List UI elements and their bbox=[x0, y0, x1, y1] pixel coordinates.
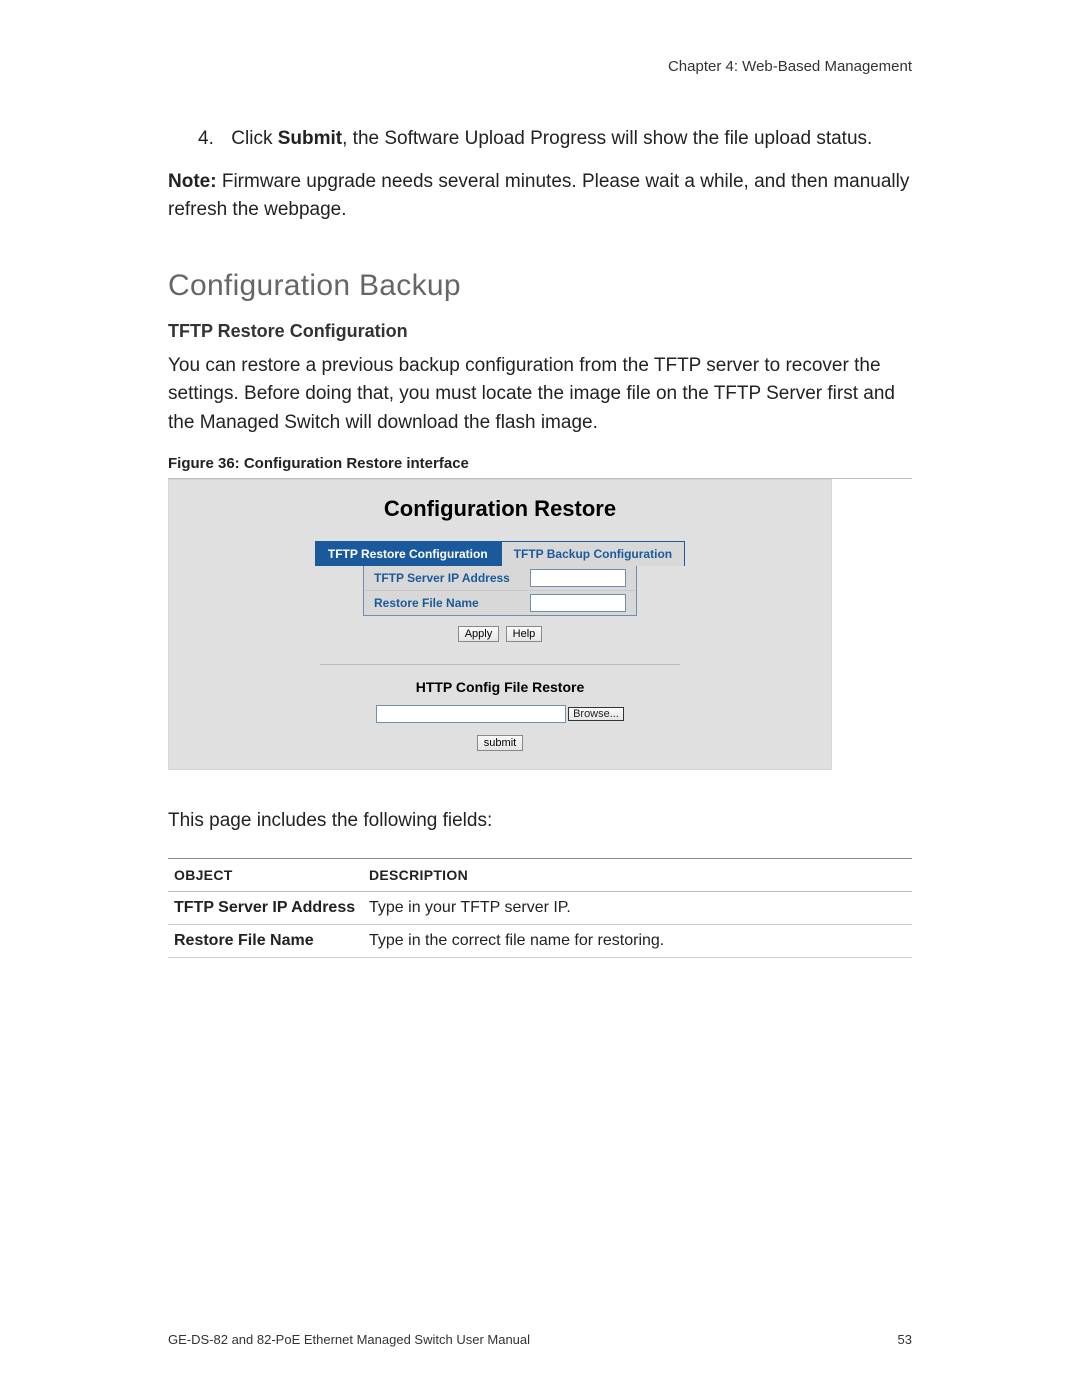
table-row: Restore File Name Type in the correct fi… bbox=[168, 925, 912, 958]
fields-intro: This page includes the following fields: bbox=[168, 810, 912, 832]
row-tftp-ip: TFTP Server IP Address bbox=[364, 566, 636, 590]
th-description: DESCRIPTION bbox=[363, 859, 912, 892]
label-restore-file: Restore File Name bbox=[374, 596, 530, 610]
note-paragraph: Note: Firmware upgrade needs several min… bbox=[168, 168, 912, 225]
footer-page-number: 53 bbox=[898, 1332, 912, 1347]
footer-manual-title: GE-DS-82 and 82-PoE Ethernet Managed Swi… bbox=[168, 1332, 530, 1347]
chapter-header: Chapter 4: Web-Based Management bbox=[168, 58, 912, 75]
help-button[interactable]: Help bbox=[506, 626, 543, 642]
input-restore-file[interactable] bbox=[530, 594, 626, 612]
step-text-bold: Submit bbox=[278, 128, 342, 149]
step-4: 4. Click Submit, the Software Upload Pro… bbox=[198, 125, 912, 154]
apply-help-row: Apply Help bbox=[169, 624, 831, 642]
label-tftp-ip: TFTP Server IP Address bbox=[374, 571, 530, 585]
step-text-pre: Click bbox=[231, 128, 277, 149]
document-page: Chapter 4: Web-Based Management 4. Click… bbox=[0, 0, 1080, 1397]
table-row: TFTP Server IP Address Type in your TFTP… bbox=[168, 892, 912, 925]
subsection-heading: TFTP Restore Configuration bbox=[168, 321, 912, 342]
file-path-input[interactable] bbox=[376, 705, 566, 723]
http-restore-heading: HTTP Config File Restore bbox=[169, 679, 831, 695]
submit-row: submit bbox=[169, 733, 831, 751]
figure-screenshot: Configuration Restore TFTP Restore Confi… bbox=[168, 479, 832, 770]
browse-button[interactable]: Browse... bbox=[568, 707, 624, 721]
figure-caption: Figure 36: Configuration Restore interfa… bbox=[168, 455, 912, 472]
tab-tftp-restore[interactable]: TFTP Restore Configuration bbox=[315, 541, 501, 566]
input-tftp-ip[interactable] bbox=[530, 569, 626, 587]
apply-button[interactable]: Apply bbox=[458, 626, 500, 642]
submit-button[interactable]: submit bbox=[477, 735, 523, 751]
body-paragraph: You can restore a previous backup config… bbox=[168, 352, 912, 438]
fields-table: OBJECT DESCRIPTION TFTP Server IP Addres… bbox=[168, 858, 912, 958]
file-row: Browse... bbox=[169, 705, 831, 723]
screenshot-title: Configuration Restore bbox=[169, 496, 831, 522]
tftp-panel: TFTP Server IP Address Restore File Name bbox=[363, 565, 637, 616]
cell-description: Type in your TFTP server IP. bbox=[363, 892, 912, 925]
cell-object: Restore File Name bbox=[168, 925, 363, 958]
th-object: OBJECT bbox=[168, 859, 363, 892]
divider bbox=[320, 664, 680, 665]
step-number: 4. bbox=[198, 125, 226, 154]
note-label: Note: bbox=[168, 171, 217, 192]
page-footer: GE-DS-82 and 82-PoE Ethernet Managed Swi… bbox=[168, 1332, 912, 1347]
step-text-post: , the Software Upload Progress will show… bbox=[342, 128, 872, 149]
cell-object: TFTP Server IP Address bbox=[168, 892, 363, 925]
row-restore-file: Restore File Name bbox=[364, 590, 636, 615]
tab-tftp-backup[interactable]: TFTP Backup Configuration bbox=[501, 541, 685, 566]
section-heading: Configuration Backup bbox=[168, 269, 912, 303]
note-text: Firmware upgrade needs several minutes. … bbox=[168, 171, 909, 221]
cell-description: Type in the correct file name for restor… bbox=[363, 925, 912, 958]
tab-bar: TFTP Restore Configuration TFTP Backup C… bbox=[169, 540, 831, 565]
